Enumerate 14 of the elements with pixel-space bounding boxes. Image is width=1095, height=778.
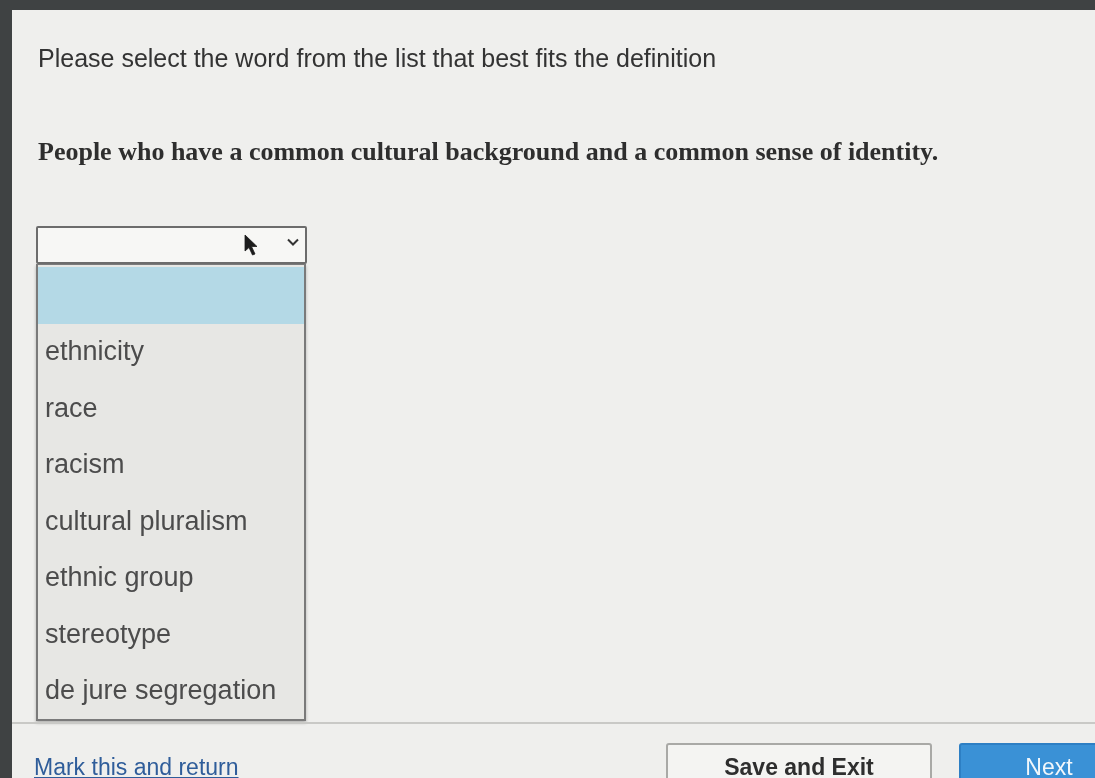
answer-dropdown[interactable] (36, 226, 307, 264)
definition-text: People who have a common cultural background and a common sense of identity. (38, 137, 939, 167)
dropdown-option[interactable]: ethnic group (38, 549, 304, 606)
dropdown-option[interactable]: cultural pluralism (38, 493, 304, 550)
mark-and-return-link[interactable]: Mark this and return (34, 756, 239, 778)
dropdown-option[interactable]: race (38, 380, 304, 437)
instruction-text: Please select the word from the list that best fits the definition (38, 44, 717, 72)
dropdown-option[interactable]: de jure segregation (38, 662, 304, 719)
save-and-exit-button[interactable]: Save and Exit (666, 743, 932, 778)
mouse-pointer-icon (244, 234, 258, 256)
dropdown-option[interactable]: ethnicity (38, 323, 304, 380)
dropdown-option[interactable]: racism (38, 436, 304, 493)
chevron-down-icon (287, 238, 299, 246)
dropdown-option[interactable]: stereotype (38, 606, 304, 663)
